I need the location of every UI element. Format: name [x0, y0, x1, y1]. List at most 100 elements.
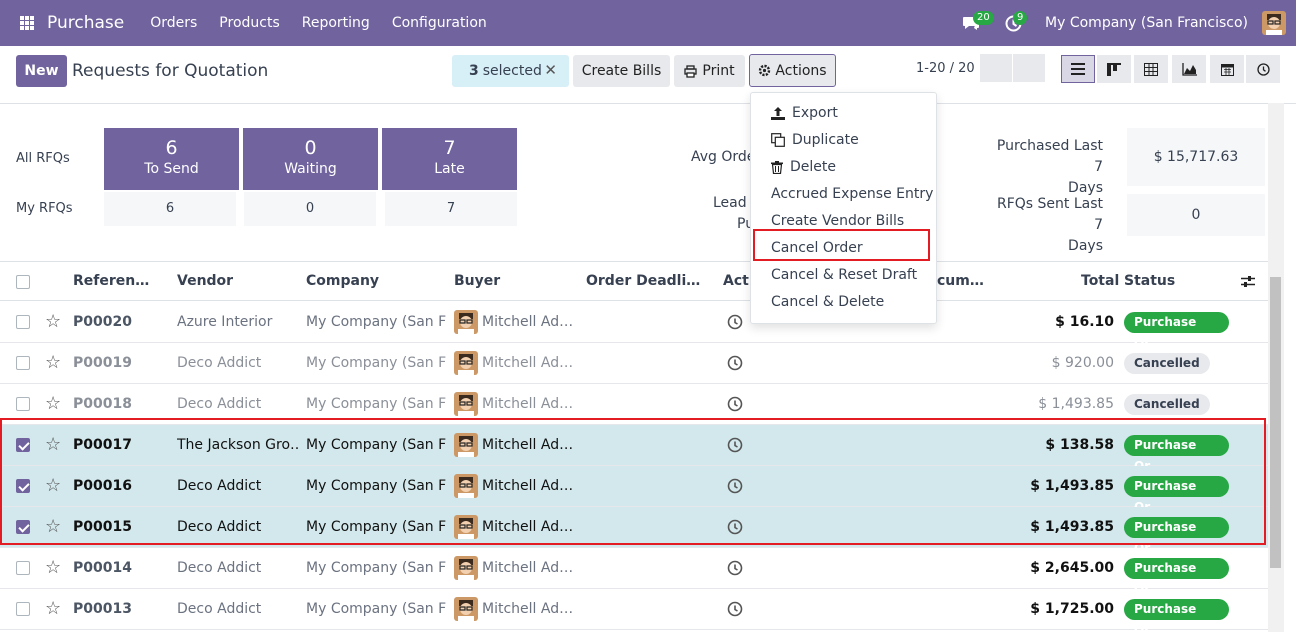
graph-view-button[interactable]: [1172, 55, 1206, 83]
purchased-last-7-value: $ 15,717.63: [1127, 128, 1265, 186]
rfqs-sent-last-7-value: 0: [1127, 194, 1265, 236]
column-status[interactable]: Status: [1124, 273, 1175, 289]
print-label: Print: [702, 63, 735, 79]
tile-waiting[interactable]: 0 Waiting: [243, 128, 378, 190]
tile-to-send[interactable]: 6 To Send: [104, 128, 239, 190]
nav-configuration[interactable]: Configuration: [392, 15, 487, 31]
avg-order-label: Avg Orde: [691, 149, 756, 165]
selection-indicator: 3 selected ✕: [452, 55, 569, 87]
clear-selection-icon[interactable]: ✕: [544, 61, 557, 79]
row-company: My Company (San F…: [306, 355, 446, 371]
row-company: My Company (San F…: [306, 314, 446, 330]
my-to-send-count[interactable]: 6: [104, 192, 236, 226]
list-view-button[interactable]: [1061, 55, 1095, 83]
table-header: Referen… Vendor Company Buyer Order Dead…: [0, 261, 1268, 301]
row-checkbox[interactable]: [16, 315, 30, 329]
activity-button[interactable]: 9: [995, 8, 1031, 38]
column-total[interactable]: Total: [1081, 273, 1119, 289]
rfqs-sent-label-line1: RFQs Sent Last 7: [996, 196, 1103, 233]
nav-orders[interactable]: Orders: [150, 15, 197, 31]
new-button[interactable]: New: [16, 55, 67, 87]
my-waiting-count[interactable]: 0: [244, 192, 376, 226]
row-total: $ 1,725.00: [1030, 601, 1114, 617]
copy-icon: [771, 133, 785, 147]
row-buyer: Mitchell Ad…: [482, 601, 574, 617]
optional-columns-icon[interactable]: [1241, 275, 1255, 288]
menu-item-accrued-expense[interactable]: Accrued Expense Entry: [771, 186, 933, 202]
activity-clock-icon[interactable]: [727, 601, 743, 617]
scrollbar-thumb[interactable]: [1270, 277, 1281, 568]
tile-waiting-count: 0: [304, 137, 317, 159]
priority-star-icon[interactable]: ☆: [45, 393, 61, 414]
column-buyer[interactable]: Buyer: [454, 273, 500, 289]
table-row[interactable]: ☆ P00019 Deco Addict My Company (San F… …: [0, 343, 1268, 384]
actions-button[interactable]: Actions: [749, 54, 836, 87]
row-total: $ 16.10: [1055, 314, 1114, 330]
kanban-view-button[interactable]: [1097, 55, 1131, 83]
pivot-view-button[interactable]: [1134, 55, 1168, 83]
actions-label: Actions: [775, 62, 827, 79]
table-row[interactable]: ☆ P00020 Azure Interior My Company (San …: [0, 302, 1268, 350]
column-company[interactable]: Company: [306, 273, 379, 289]
tile-late[interactable]: 7 Late: [382, 128, 517, 190]
pager-value[interactable]: 1-20 / 20: [916, 61, 975, 76]
menu-item-create-vendor-bills[interactable]: Create Vendor Bills: [771, 213, 904, 229]
row-buyer: Mitchell Ad…: [482, 355, 574, 371]
tile-to-send-label: To Send: [144, 161, 199, 177]
page-title: Requests for Quotation: [72, 61, 269, 81]
row-reference: P00020: [73, 314, 132, 330]
chat-button[interactable]: 20: [953, 8, 994, 38]
activity-view-button[interactable]: [1246, 55, 1280, 83]
activity-clock-icon[interactable]: [727, 355, 743, 371]
calendar-view-button[interactable]: [1210, 55, 1244, 83]
menu-label-delete: Delete: [790, 159, 836, 175]
selected-label: selected: [482, 63, 542, 79]
menu-item-duplicate[interactable]: Duplicate: [771, 132, 859, 148]
menu-item-export[interactable]: Export: [771, 105, 838, 121]
pager-previous[interactable]: [980, 54, 1012, 82]
pager-next[interactable]: [1013, 54, 1045, 82]
menu-item-delete[interactable]: Delete: [771, 159, 836, 175]
calendar-icon: [1220, 63, 1234, 76]
app-brand[interactable]: Purchase: [47, 13, 124, 33]
status-badge: Purchase Or…: [1124, 312, 1229, 350]
menu-item-cancel-reset-draft[interactable]: Cancel & Reset Draft: [771, 267, 917, 283]
all-rfqs-label: All RFQs: [16, 151, 70, 166]
priority-star-icon[interactable]: ☆: [45, 352, 61, 373]
column-vendor[interactable]: Vendor: [177, 273, 233, 289]
select-all-checkbox[interactable]: [16, 275, 30, 289]
print-button[interactable]: Print: [674, 55, 745, 87]
menu-item-cancel-delete[interactable]: Cancel & Delete: [771, 294, 884, 310]
table-row[interactable]: ☆ P00013 Deco Addict My Company (San F… …: [0, 589, 1268, 632]
area-chart-icon: [1181, 62, 1197, 76]
row-checkbox[interactable]: [16, 561, 30, 575]
row-checkbox[interactable]: [16, 602, 30, 616]
row-checkbox[interactable]: [16, 356, 30, 370]
apps-menu-icon[interactable]: [20, 16, 34, 30]
activity-clock-icon[interactable]: [727, 560, 743, 576]
priority-star-icon[interactable]: ☆: [45, 311, 61, 332]
column-order-deadline[interactable]: Order Deadli…: [586, 273, 700, 289]
column-reference[interactable]: Referen…: [73, 273, 149, 289]
purchased-label-line1: Purchased Last 7: [996, 138, 1103, 175]
table-row[interactable]: ☆ P00014 Deco Addict My Company (San F… …: [0, 548, 1268, 596]
row-buyer: Mitchell Ad…: [482, 560, 574, 576]
row-reference: P00018: [73, 396, 132, 412]
row-checkbox[interactable]: [16, 397, 30, 411]
activity-clock-icon[interactable]: [727, 396, 743, 412]
user-avatar[interactable]: [1262, 11, 1286, 35]
row-company: My Company (San F…: [306, 601, 446, 617]
cancel-order-highlight: [753, 229, 930, 261]
activity-clock-icon[interactable]: [727, 314, 743, 330]
rfqs-sent-label-line2: Days: [1068, 238, 1103, 254]
my-late-count[interactable]: 7: [385, 192, 517, 226]
company-switcher[interactable]: My Company (San Francisco): [1045, 15, 1248, 31]
row-total: $ 2,645.00: [1030, 560, 1114, 576]
rfqs-sent-last-7-label: RFQs Sent Last 7 Days: [993, 194, 1103, 257]
priority-star-icon[interactable]: ☆: [45, 598, 61, 619]
nav-reporting[interactable]: Reporting: [302, 15, 370, 31]
nav-products[interactable]: Products: [219, 15, 279, 31]
column-source-document[interactable]: cum…: [937, 273, 984, 289]
create-bills-button[interactable]: Create Bills: [573, 55, 670, 87]
priority-star-icon[interactable]: ☆: [45, 557, 61, 578]
